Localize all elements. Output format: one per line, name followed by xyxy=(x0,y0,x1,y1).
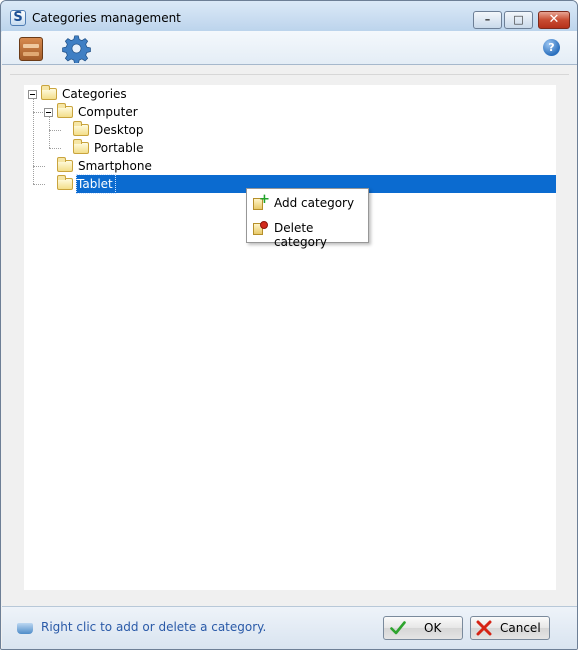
tree-node-label: Desktop xyxy=(94,123,144,137)
ok-button[interactable]: OK xyxy=(383,616,463,640)
tree-node-smartphone[interactable]: Smartphone xyxy=(43,157,183,175)
close-button[interactable]: ✕ xyxy=(538,11,570,29)
cancel-button-label: Cancel xyxy=(500,621,541,635)
tree-node-categories[interactable]: Categories xyxy=(27,85,147,103)
check-icon xyxy=(390,621,406,635)
archive-box-icon[interactable] xyxy=(19,37,43,61)
tree-node-computer[interactable]: Computer xyxy=(43,103,163,121)
tree-node-label: Computer xyxy=(78,105,138,119)
tree-node-label: Portable xyxy=(94,141,144,155)
tree-node-tablet[interactable] xyxy=(43,175,73,193)
folder-open-icon xyxy=(57,103,73,118)
folder-icon xyxy=(73,121,89,136)
ok-button-label: OK xyxy=(424,621,442,635)
collapse-icon[interactable] xyxy=(28,90,37,99)
tree-node-label: Tablet xyxy=(76,174,116,194)
folder-icon xyxy=(73,139,89,154)
maximize-button[interactable]: □ xyxy=(504,11,533,29)
menu-item-add-category[interactable]: + Add category xyxy=(249,191,366,215)
tree-node-label: Categories xyxy=(62,87,127,101)
category-tree[interactable]: Categories Computer Desktop Portable Sma… xyxy=(24,85,556,590)
menu-item-label: Delete category xyxy=(274,221,328,249)
minimize-icon: – xyxy=(484,13,491,26)
window-title: Categories management xyxy=(32,11,181,25)
tree-node-desktop[interactable]: Desktop xyxy=(59,121,179,139)
cancel-button[interactable]: Cancel xyxy=(470,616,550,640)
content-panel: Categories Computer Desktop Portable Sma… xyxy=(10,74,569,599)
delete-category-icon xyxy=(252,220,268,236)
add-category-icon: + xyxy=(252,193,270,211)
minimize-button[interactable]: – xyxy=(473,11,502,29)
help-icon[interactable]: ? xyxy=(543,39,560,56)
cancel-x-icon xyxy=(476,620,492,636)
status-bar: Right clic to add or delete a category. … xyxy=(2,606,577,649)
title-bar[interactable]: S Categories management – □ ✕ xyxy=(1,1,577,31)
folder-icon xyxy=(57,175,73,190)
status-hint: Right clic to add or delete a category. xyxy=(41,620,267,634)
info-book-icon xyxy=(17,623,33,634)
maximize-icon: □ xyxy=(513,13,524,26)
menu-item-label: Add category xyxy=(274,196,355,210)
context-menu: + Add category Delete category xyxy=(246,188,369,249)
menu-item-delete-category[interactable]: Delete category xyxy=(249,216,366,249)
app-icon: S xyxy=(10,10,26,26)
folder-open-icon xyxy=(41,85,57,100)
folder-icon xyxy=(57,157,73,172)
gear-icon[interactable] xyxy=(62,34,91,63)
tree-node-portable[interactable]: Portable xyxy=(59,139,179,157)
categories-management-window: S Categories management – □ ✕ ? Categori… xyxy=(0,0,578,650)
close-icon: ✕ xyxy=(548,12,560,27)
toolbar: ? xyxy=(2,31,577,65)
tree-connector xyxy=(49,117,50,148)
collapse-icon[interactable] xyxy=(44,108,53,117)
tree-node-label: Smartphone xyxy=(78,159,152,173)
